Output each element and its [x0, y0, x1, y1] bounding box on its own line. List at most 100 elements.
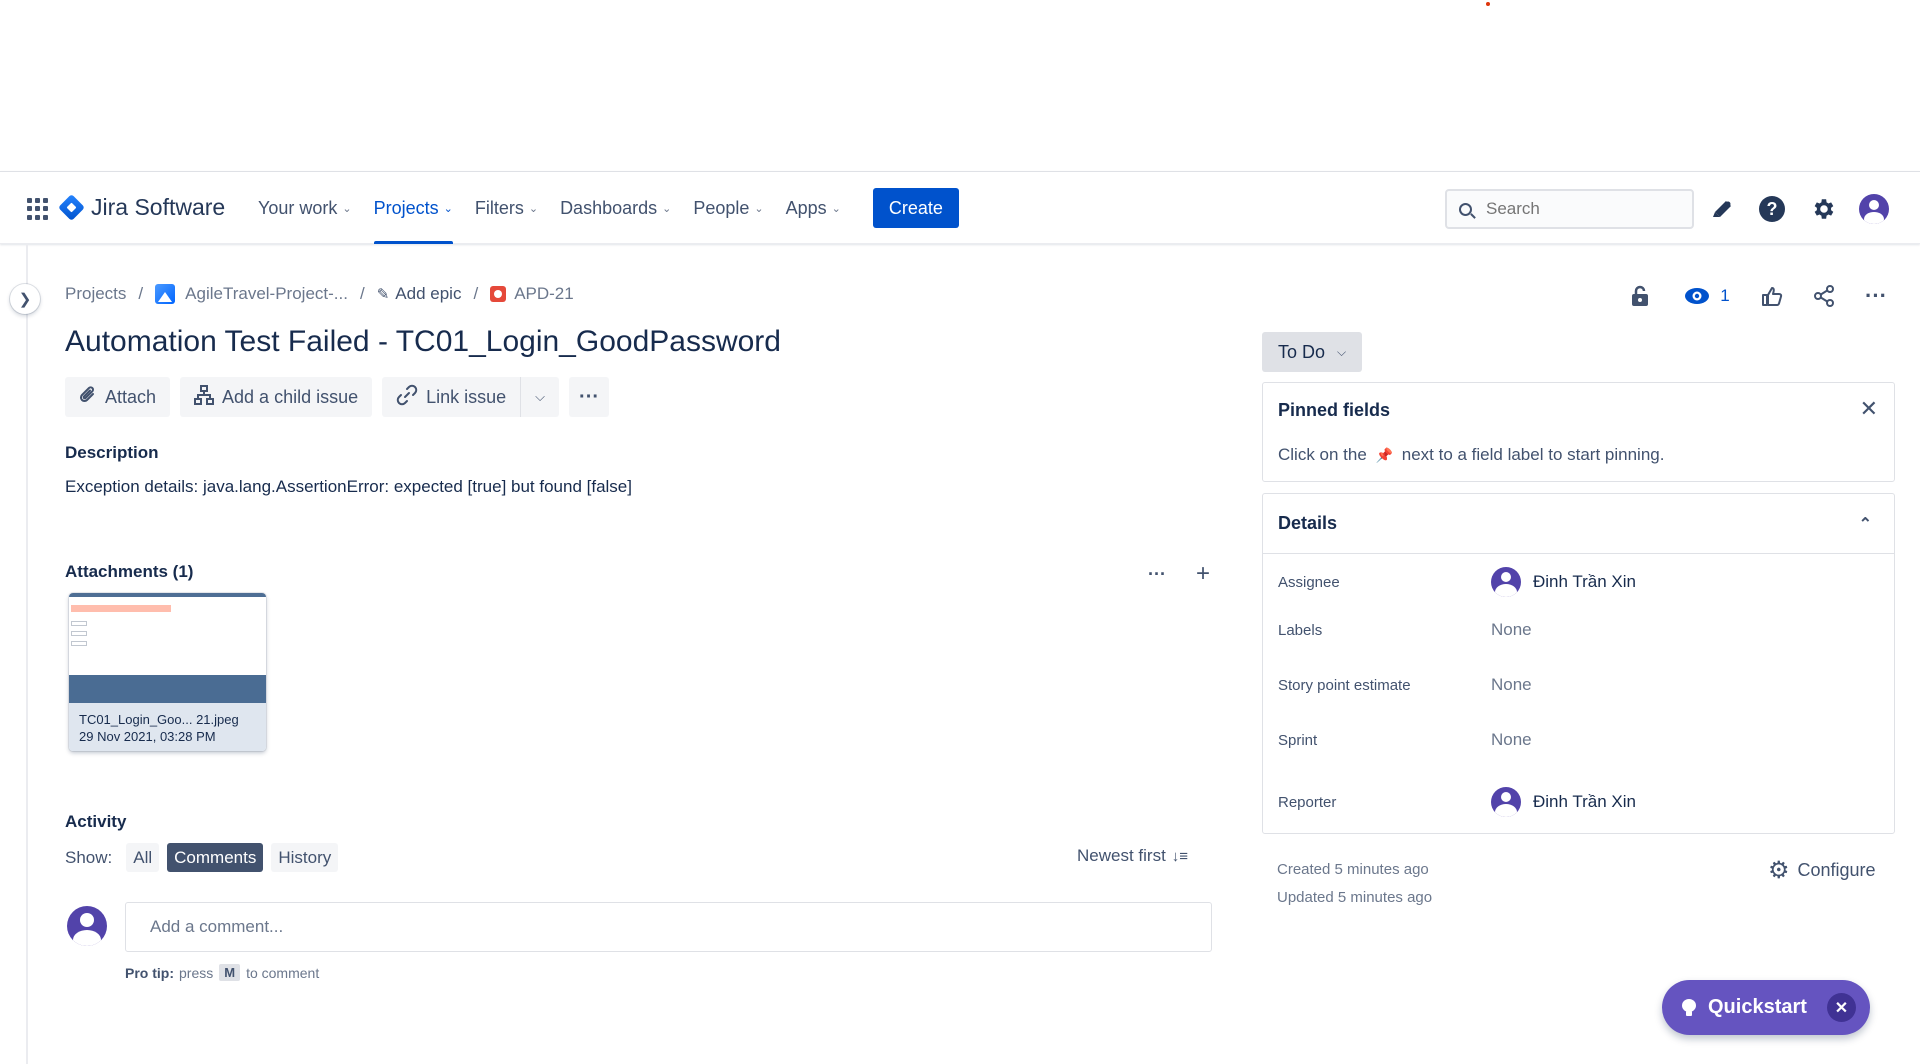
attachment-meta: TC01_Login_Goo... 21.jpeg 29 Nov 2021, 0…: [69, 703, 266, 751]
attachment-preview-image: [69, 593, 266, 703]
issue-title[interactable]: Automation Test Failed - TC01_Login_Good…: [65, 325, 781, 359]
field-label: Assignee: [1278, 573, 1340, 591]
bug-issue-type-icon: [490, 286, 507, 302]
field-value[interactable]: Đinh Trần Xin: [1491, 787, 1636, 817]
add-epic-label: Add epic: [395, 284, 462, 303]
protip-key: M: [219, 964, 241, 981]
pro-tip: Pro tip: press M to comment: [125, 964, 319, 981]
link-issue-label: Link issue: [426, 386, 507, 407]
configure-button[interactable]: ⚙ Configure: [1768, 856, 1876, 885]
status-dropdown[interactable]: To Do ⌵: [1262, 332, 1363, 372]
attachment-thumbnail[interactable]: TC01_Login_Goo... 21.jpeg 29 Nov 2021, 0…: [69, 593, 266, 751]
field-label: Labels: [1278, 621, 1323, 639]
chevron-up-icon[interactable]: ⌃: [1859, 514, 1872, 534]
close-icon[interactable]: ✕: [1827, 993, 1856, 1022]
user-avatar[interactable]: [1859, 194, 1889, 224]
pencil-icon: ✎: [376, 286, 390, 303]
chevron-down-icon: ⌵: [1337, 344, 1347, 359]
attachments-actions: ··· +: [1148, 560, 1210, 588]
toolbar-more-icon[interactable]: ···: [569, 377, 610, 417]
field-assignee[interactable]: Assignee Đinh Trần Xin: [1278, 567, 1878, 597]
nav-people[interactable]: People ⌄: [693, 172, 763, 244]
link-icon: [396, 384, 418, 411]
assignee-avatar: [1491, 567, 1521, 597]
chevron-down-icon: ⌄: [528, 202, 539, 215]
nav-label: Apps: [785, 197, 827, 218]
app-switcher-icon[interactable]: [27, 198, 49, 220]
settings-gear-icon[interactable]: [1808, 194, 1838, 224]
nav-label: Dashboards: [560, 197, 658, 218]
breadcrumb-separator: /: [138, 284, 144, 303]
pinned-hint-after: next to a field label to start pinning.: [1401, 445, 1665, 464]
lightbulb-icon: [1682, 998, 1696, 1017]
field-value[interactable]: None: [1491, 730, 1532, 750]
details-header[interactable]: Details ⌃: [1263, 494, 1894, 554]
nav-projects[interactable]: Projects ⌄: [373, 172, 454, 244]
breadcrumb-issue-key[interactable]: APD-21: [514, 284, 574, 304]
breadcrumb-projects[interactable]: Projects: [65, 284, 126, 304]
attach-button[interactable]: Attach: [65, 377, 171, 417]
activity-filters: Show: All Comments History: [65, 843, 339, 872]
description-text[interactable]: Exception details: java.lang.AssertionEr…: [65, 477, 632, 497]
comment-input[interactable]: [125, 902, 1212, 952]
pin-icon: 📌: [1375, 447, 1393, 463]
jira-diamond-icon: [58, 194, 85, 221]
field-value[interactable]: None: [1491, 675, 1532, 695]
notifications-icon[interactable]: [1708, 194, 1738, 224]
field-value[interactable]: None: [1491, 620, 1532, 640]
reporter-name: Đinh Trần Xin: [1533, 792, 1636, 811]
breadcrumb: Projects / AgileTravel-Project-... / ✎ Ad…: [65, 284, 574, 304]
help-icon[interactable]: ?: [1757, 194, 1787, 224]
field-labels[interactable]: Labels None: [1278, 620, 1878, 640]
search-icon: [1459, 202, 1472, 216]
close-icon[interactable]: ✕: [1860, 396, 1878, 422]
add-attachment-plus-icon[interactable]: +: [1196, 560, 1210, 588]
link-issue-button[interactable]: Link issue: [382, 377, 521, 417]
link-issue-dropdown[interactable]: ⌵: [520, 377, 560, 417]
breadcrumb-project[interactable]: AgileTravel-Project-...: [185, 284, 348, 304]
protip-bold: Pro tip:: [125, 964, 174, 981]
attachments-more-icon[interactable]: ···: [1148, 564, 1166, 585]
updated-timestamp: Updated 5 minutes ago: [1277, 889, 1433, 906]
quickstart-label: Quickstart: [1708, 996, 1807, 1018]
paperclip-icon: [79, 385, 97, 410]
show-label: Show:: [65, 847, 113, 867]
lock-icon[interactable]: [1625, 280, 1655, 312]
commenter-avatar: [67, 906, 107, 946]
nav-filters[interactable]: Filters ⌄: [475, 172, 538, 244]
nav-your-work[interactable]: Your work ⌄: [258, 172, 352, 244]
create-button[interactable]: Create: [872, 188, 959, 228]
add-child-issue-button[interactable]: Add a child issue: [180, 377, 373, 417]
thumbs-up-icon[interactable]: [1757, 280, 1787, 312]
filter-history[interactable]: History: [271, 843, 339, 872]
nav-label: Your work: [258, 197, 338, 218]
field-sprint[interactable]: Sprint None: [1278, 730, 1878, 750]
sidebar-divider: [26, 244, 28, 1064]
search-input[interactable]: [1486, 199, 1676, 219]
field-story-points[interactable]: Story point estimate None: [1278, 675, 1878, 695]
filter-all[interactable]: All: [126, 843, 160, 872]
breadcrumb-separator: /: [359, 284, 365, 303]
more-actions-icon[interactable]: ···: [1861, 280, 1891, 312]
field-reporter[interactable]: Reporter Đinh Trần Xin: [1278, 787, 1878, 817]
field-value[interactable]: Đinh Trần Xin: [1491, 567, 1636, 597]
quickstart-button[interactable]: Quickstart ✕: [1662, 980, 1870, 1035]
sort-order-button[interactable]: Newest first ↓≡: [1077, 846, 1188, 866]
chevron-down-icon: ⌵: [535, 389, 546, 404]
sort-icon: ↓≡: [1171, 847, 1189, 865]
add-epic-link[interactable]: ✎ Add epic: [377, 284, 462, 304]
jira-logo[interactable]: Jira Software: [58, 194, 225, 221]
details-title: Details: [1278, 513, 1338, 533]
filter-comments[interactable]: Comments: [167, 843, 264, 872]
timestamps: Created 5 minutes ago Updated 5 minutes …: [1277, 856, 1432, 912]
expand-sidebar-chevron-icon[interactable]: ❯: [10, 284, 40, 314]
search-box[interactable]: [1445, 189, 1694, 229]
watch-button[interactable]: 1: [1673, 280, 1741, 312]
nav-dashboards[interactable]: Dashboards ⌄: [560, 172, 671, 244]
assignee-name: Đinh Trần Xin: [1533, 572, 1636, 591]
breadcrumb-separator: /: [473, 284, 479, 303]
nav-apps[interactable]: Apps ⌄: [786, 172, 841, 244]
attachment-name: TC01_Login_Goo... 21.jpeg: [79, 712, 239, 727]
sort-label: Newest first: [1077, 846, 1166, 865]
share-icon[interactable]: [1809, 280, 1839, 312]
